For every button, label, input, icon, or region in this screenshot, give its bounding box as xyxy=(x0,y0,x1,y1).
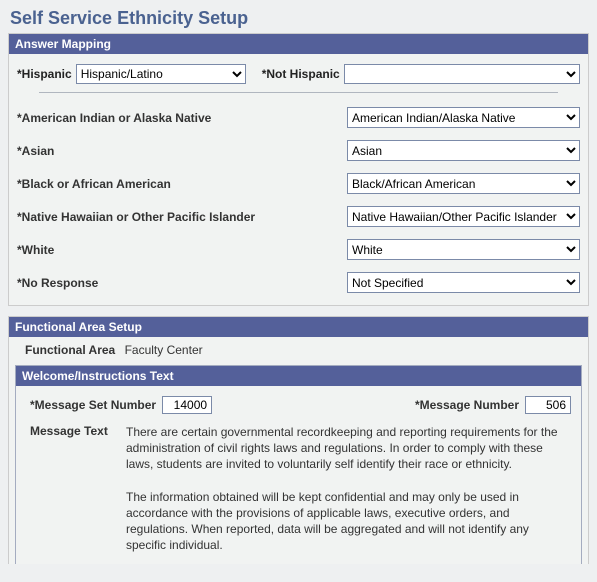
answer-mapping-panel: Answer Mapping *Hispanic Hispanic/Latino… xyxy=(8,33,589,306)
ethnicity-select[interactable]: White xyxy=(347,239,580,260)
ethnicity-row: *AsianAsian xyxy=(9,134,588,167)
ethnicity-select[interactable]: Native Hawaiian/Other Pacific Islander xyxy=(347,206,580,227)
ethnicity-select[interactable]: American Indian/Alaska Native xyxy=(347,107,580,128)
message-set-input[interactable] xyxy=(162,396,212,414)
functional-area-panel: Functional Area Setup Functional Area Fa… xyxy=(8,316,589,564)
ethnicity-label: *Black or African American xyxy=(17,177,347,191)
not-hispanic-select[interactable] xyxy=(344,64,580,84)
message-text-label: Message Text xyxy=(30,424,118,554)
functional-area-label: Functional Area xyxy=(25,343,115,357)
hispanic-select[interactable]: Hispanic/Latino xyxy=(76,64,246,84)
ethnicity-select[interactable]: Asian xyxy=(347,140,580,161)
not-hispanic-label: *Not Hispanic xyxy=(262,67,340,81)
message-number-label: *Message Number xyxy=(415,398,519,412)
message-text-body: There are certain governmental recordkee… xyxy=(126,424,571,554)
hispanic-label: *Hispanic xyxy=(17,67,72,81)
ethnicity-label: *White xyxy=(17,243,347,257)
ethnicity-label: *No Response xyxy=(17,276,347,290)
ethnicity-select[interactable]: Black/African American xyxy=(347,173,580,194)
ethnicity-row: *WhiteWhite xyxy=(9,233,588,266)
welcome-header: Welcome/Instructions Text xyxy=(16,366,581,386)
page-title: Self Service Ethnicity Setup xyxy=(10,8,589,29)
functional-area-header: Functional Area Setup xyxy=(9,317,588,337)
functional-area-value: Faculty Center xyxy=(125,343,203,357)
ethnicity-select[interactable]: Not Specified xyxy=(347,272,580,293)
answer-mapping-header: Answer Mapping xyxy=(9,34,588,54)
divider xyxy=(39,92,558,93)
ethnicity-label: *Asian xyxy=(17,144,347,158)
message-set-label: *Message Set Number xyxy=(30,398,156,412)
ethnicity-row: *American Indian or Alaska NativeAmerica… xyxy=(9,101,588,134)
ethnicity-label: *American Indian or Alaska Native xyxy=(17,111,347,125)
ethnicity-row: *Black or African AmericanBlack/African … xyxy=(9,167,588,200)
ethnicity-row: *No ResponseNot Specified xyxy=(9,266,588,299)
ethnicity-row: *Native Hawaiian or Other Pacific Island… xyxy=(9,200,588,233)
ethnicity-label: *Native Hawaiian or Other Pacific Island… xyxy=(17,210,347,224)
message-number-input[interactable] xyxy=(525,396,571,414)
welcome-subpanel: Welcome/Instructions Text *Message Set N… xyxy=(15,365,582,564)
